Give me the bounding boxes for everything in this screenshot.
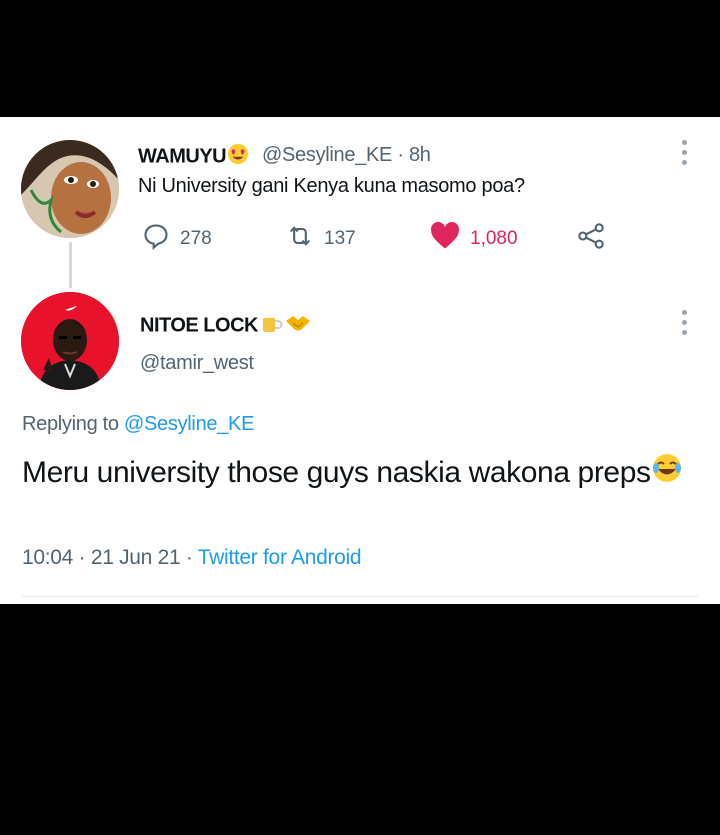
parent-more-icon[interactable]	[680, 140, 688, 165]
reply-icon	[142, 222, 170, 256]
like-count: 1,080	[470, 228, 518, 249]
replying-to: Replying to @Sesyline_KE	[22, 413, 254, 436]
parent-handle-time[interactable]: @Sesyline_KE · 8h	[262, 144, 431, 167]
divider	[22, 596, 698, 597]
parent-time[interactable]: · 8h	[392, 144, 431, 166]
tweet-timestamp[interactable]: 10:04 · 21 Jun 21 ·	[22, 546, 198, 569]
share-action[interactable]	[576, 222, 606, 256]
tears-of-joy-emoji-icon	[651, 452, 683, 496]
reply-handle[interactable]: @tamir_west	[140, 352, 254, 375]
reply-count: 278	[180, 228, 212, 249]
parent-name-text: WAMUYU	[138, 145, 227, 168]
reply-action[interactable]: 278	[142, 222, 212, 256]
reply-name-text: NITOE LOCK	[140, 314, 258, 337]
retweet-icon	[286, 222, 314, 256]
heart-icon	[430, 221, 460, 256]
share-icon	[576, 222, 606, 256]
parent-display-name[interactable]: WAMUYU	[138, 143, 250, 171]
retweet-count: 137	[324, 228, 356, 249]
replying-to-handle-link[interactable]: @Sesyline_KE	[124, 413, 254, 435]
thread-line	[69, 242, 72, 288]
beer-mug-emoji-icon	[258, 311, 284, 341]
like-action[interactable]: 1,080	[430, 221, 518, 256]
reply-tweet-text: Meru university those guys naskia wakona…	[22, 452, 702, 496]
tweet-source-link[interactable]: Twitter for Android	[198, 546, 362, 569]
avatar-wamuyu[interactable]	[21, 140, 119, 238]
heart-eyes-emoji-icon	[226, 143, 250, 171]
avatar-nitoe-lock[interactable]	[21, 292, 119, 390]
tweet-meta: 10:04 · 21 Jun 21 · Twitter for Android	[22, 546, 362, 570]
reply-display-name[interactable]: NITOE LOCK	[140, 311, 312, 341]
reply-more-icon[interactable]	[680, 310, 688, 335]
parent-handle[interactable]: @Sesyline_KE	[262, 144, 392, 166]
parent-tweet-text: Ni University gani Kenya kuna masomo poa…	[138, 175, 525, 197]
handshake-emoji-icon	[284, 311, 312, 341]
replying-prefix: Replying to	[22, 413, 125, 435]
reply-text-body: Meru university those guys naskia wakona…	[22, 456, 651, 489]
retweet-action[interactable]: 137	[286, 222, 356, 256]
